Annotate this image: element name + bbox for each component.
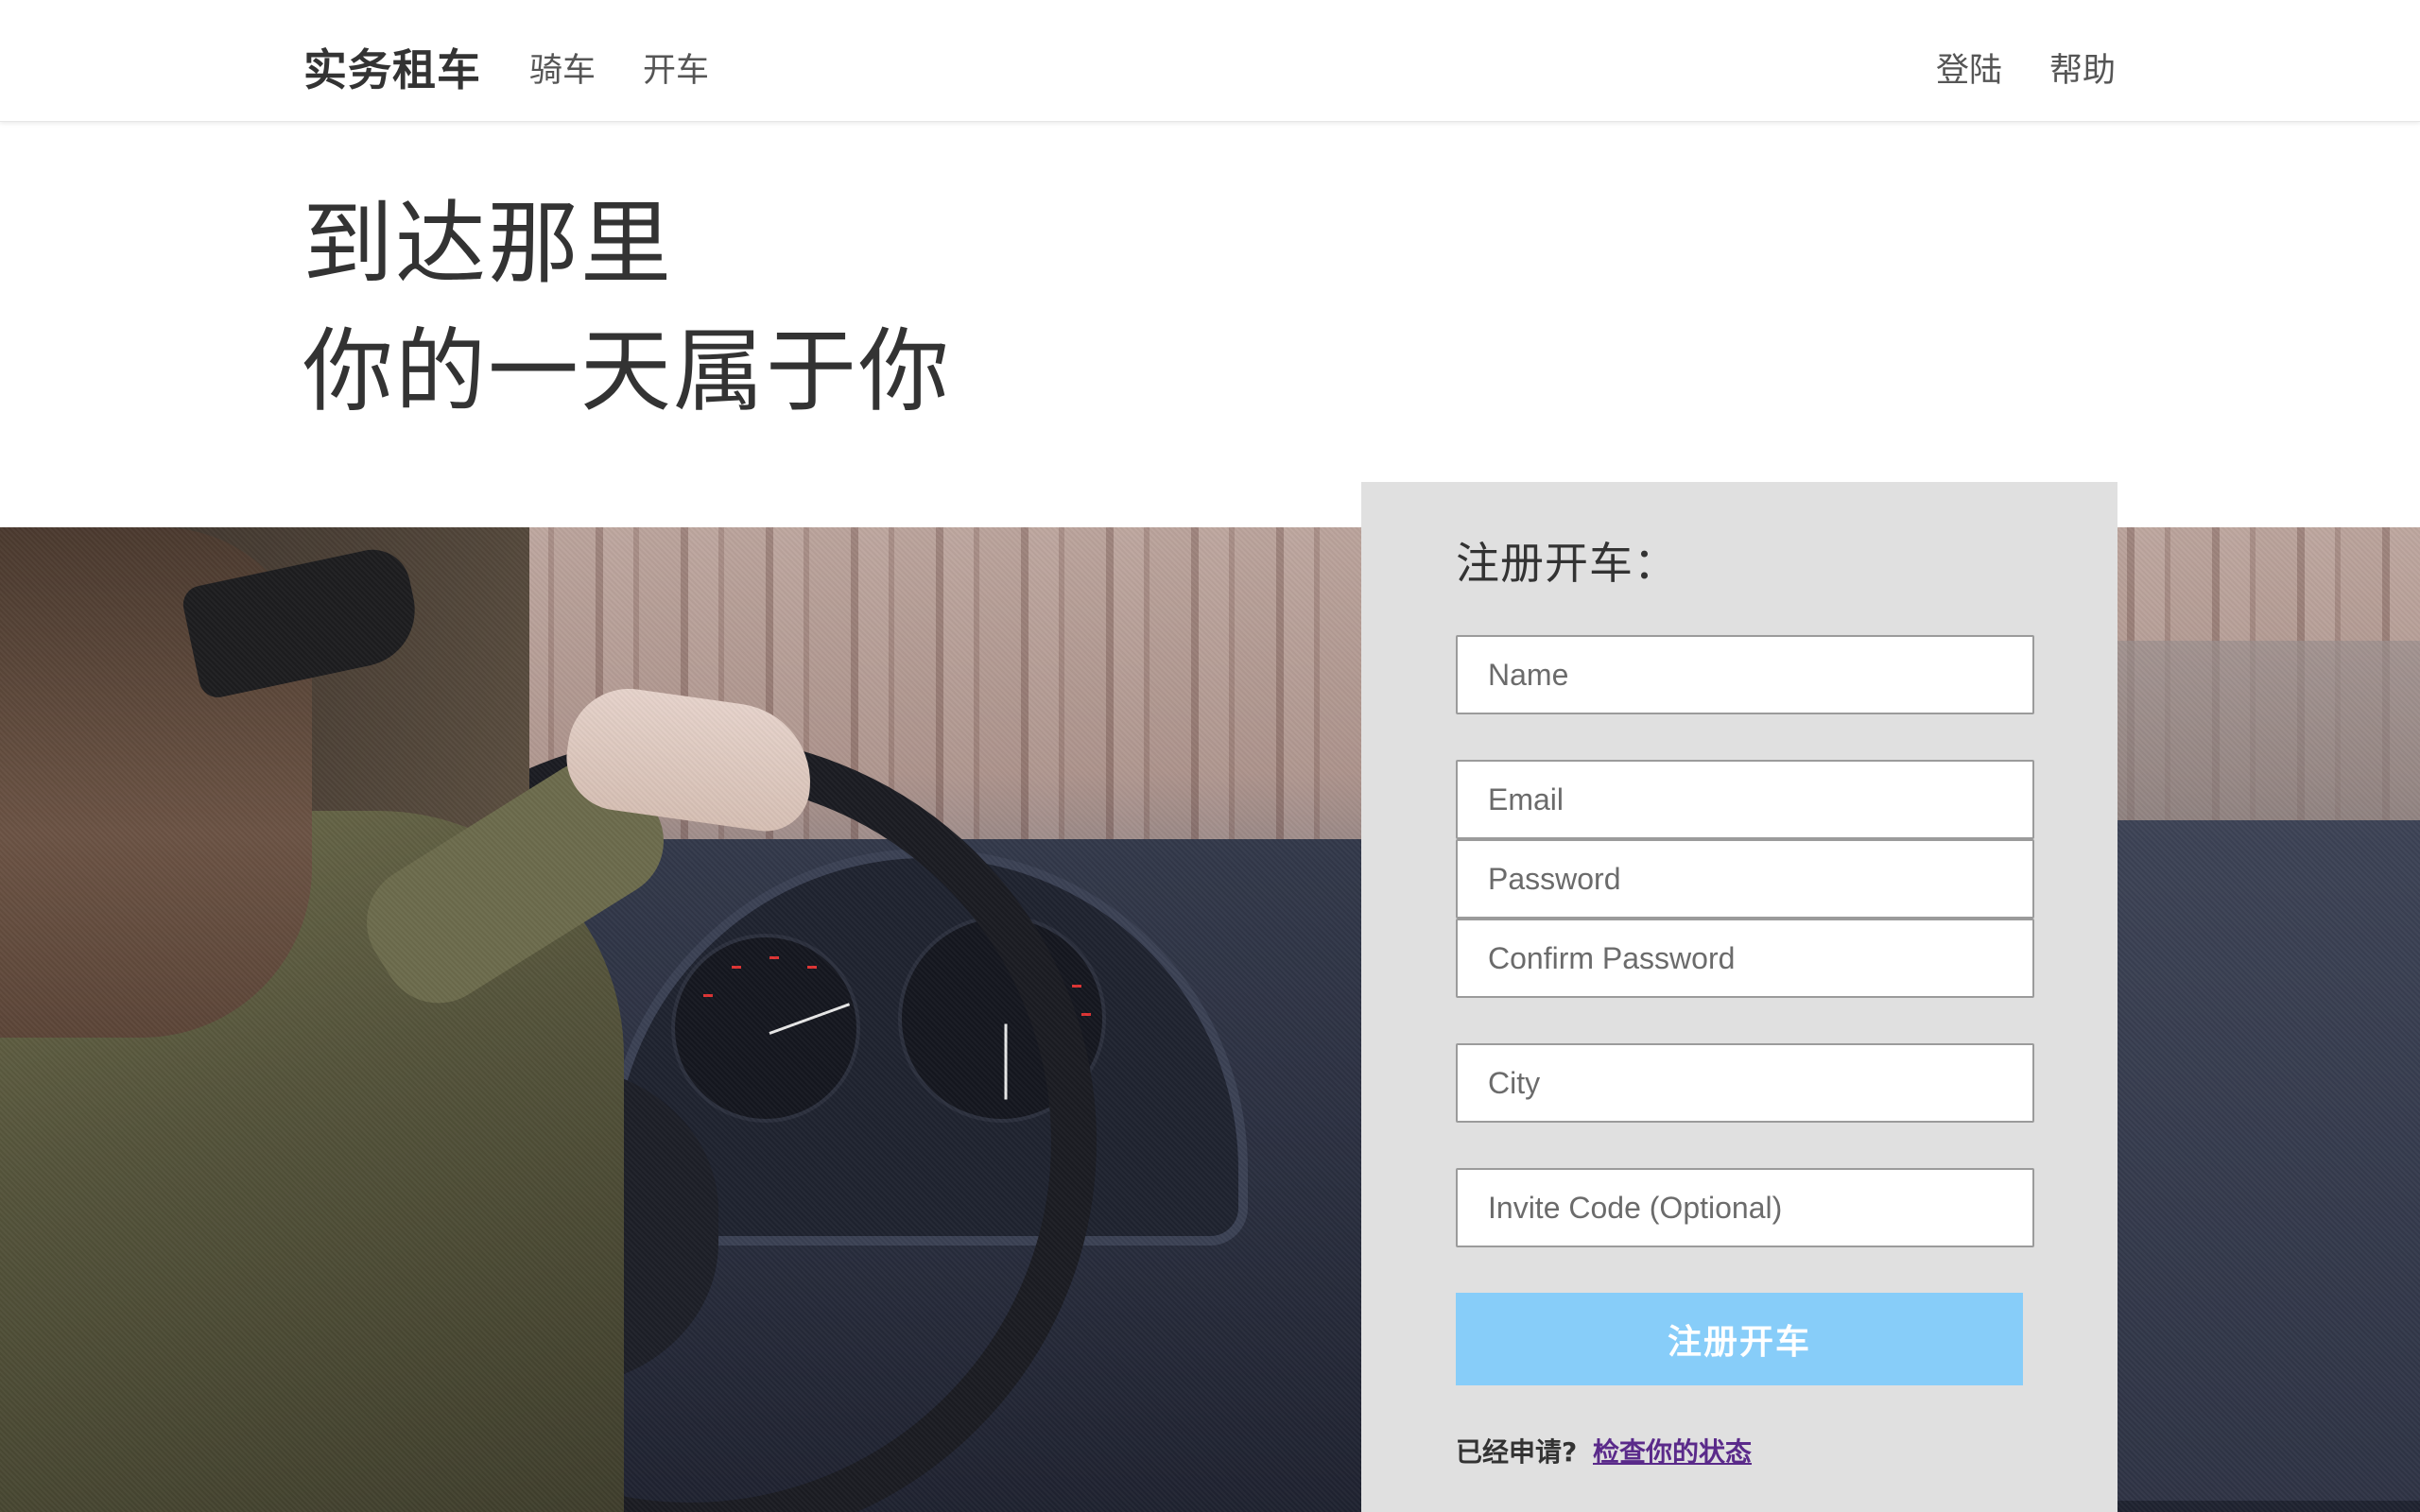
nav-link-ride[interactable]: 骑车: [529, 43, 596, 92]
hero-heading-line-2: 你的一天属于你: [302, 318, 951, 424]
signup-title: 注册开车：: [1456, 538, 1678, 589]
hero-heading-line-1: 到达那里: [302, 191, 673, 297]
email-input[interactable]: [1456, 760, 2034, 839]
nav-link-help[interactable]: 帮助: [2049, 43, 2116, 92]
name-input[interactable]: [1456, 635, 2034, 714]
nav-link-login[interactable]: 登陆: [1936, 43, 2002, 92]
signup-submit-button[interactable]: 注册开车: [1456, 1293, 2023, 1385]
password-input[interactable]: [1456, 839, 2034, 919]
confirm-password-input[interactable]: [1456, 919, 2034, 998]
check-status-link[interactable]: 检查你的状态: [1593, 1432, 1752, 1469]
top-navbar: 实务租车 骑车 开车 登陆 帮助: [0, 0, 2420, 122]
brand-logo[interactable]: 实务租车: [303, 36, 481, 98]
signup-panel: 注册开车： 注册开车 已经申请? 检查你的状态: [1361, 482, 2118, 1512]
nav-link-drive[interactable]: 开车: [643, 43, 709, 92]
already-applied-label: 已经申请?: [1456, 1436, 1578, 1468]
invite-code-input[interactable]: [1456, 1168, 2034, 1247]
city-input[interactable]: [1456, 1043, 2034, 1123]
